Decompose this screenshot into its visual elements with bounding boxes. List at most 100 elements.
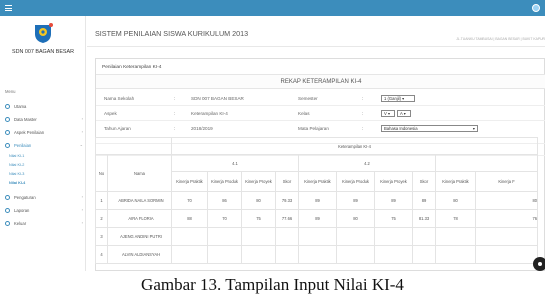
header-col: Kinerja Praktik [435, 171, 476, 192]
header-divider [87, 46, 545, 47]
sidebar-item-label: Utama [14, 103, 27, 109]
submenu-nilai-ki-2[interactable]: Nilai KI-2 [9, 163, 24, 167]
row-no: 2 [95, 209, 108, 228]
score-cell[interactable] [474, 227, 539, 246]
header-col: Skor [275, 171, 299, 192]
value-nama-sekolah: SDN 007 BAGAN BESAR [191, 96, 244, 101]
score-cell[interactable]: 76 [474, 209, 539, 228]
score-cell[interactable]: 80 [241, 191, 276, 210]
table-row: 1 ABRIDA NAILA SORMIN 70 86 80 79.33 89 … [95, 191, 539, 210]
info-divider [96, 120, 545, 121]
header-col: Kinerja F [474, 171, 539, 192]
score-cell[interactable] [435, 227, 476, 246]
colon: : [174, 126, 176, 131]
table-row: 2 AIRA FLORIA 88 70 75 77.66 89 80 75 81… [95, 209, 539, 228]
sidebar-item-pengaturan[interactable]: Pengaturan › [5, 193, 83, 201]
sidebar-item-label: Pengaturan [14, 194, 36, 200]
row-nama: ABRIDA NAILA SORMIN [107, 191, 172, 210]
score-cell[interactable] [336, 227, 375, 246]
submenu-nilai-ki-4[interactable]: Nilai KI-4 [9, 181, 25, 185]
score-cell[interactable] [374, 245, 413, 264]
header-group-title: Keterampilan KI-4 [170, 137, 539, 155]
score-cell[interactable] [298, 227, 337, 246]
header-col: Kinerja Produk [336, 171, 375, 192]
score-cell[interactable] [336, 245, 375, 264]
main-content: SISTEM PENILAIAN SISWA KURIKULUM 2013 JL… [87, 16, 545, 271]
score-cell[interactable] [241, 227, 276, 246]
school-logo [35, 23, 53, 43]
row-nama: ALVIN ALDIANSYAH [107, 245, 172, 264]
sidebar-item-keluar[interactable]: Keluar › [5, 219, 83, 227]
file-icon [5, 207, 10, 213]
colon: : [362, 96, 364, 101]
header-empty [95, 137, 172, 155]
header-col: Skor [412, 171, 436, 192]
nilai-table: Keterampilan KI-4 No Nama 4.1 4.2 Kinerj… [95, 137, 539, 264]
edit-icon [5, 142, 10, 148]
sidebar-item-data-master[interactable]: Data Master › [5, 115, 83, 123]
score-cell[interactable] [207, 227, 242, 246]
value-tahun-ajaran: 2018/2019 [191, 126, 213, 131]
header-col: Kinerja Proyek [374, 171, 413, 192]
table-row: 3 AJENG ANDINI PUTRI [95, 227, 539, 246]
score-cell[interactable]: 89 [298, 191, 337, 210]
score-cell[interactable]: 89 [336, 191, 375, 210]
score-cell[interactable]: 75 [374, 209, 413, 228]
sidebar-item-laporan[interactable]: Laporan › [5, 206, 83, 214]
score-cell[interactable]: 78 [435, 209, 476, 228]
score-cell[interactable]: 80 [435, 191, 476, 210]
breadcrumb: JL.TUANKU TAMBUSAI | BAGAN BESAR | BUKIT… [456, 37, 545, 41]
score-cell[interactable] [298, 245, 337, 264]
menu-toggle-icon[interactable] [5, 5, 12, 11]
score-cell: 81.33 [412, 209, 436, 228]
score-cell[interactable]: 75 [241, 209, 276, 228]
score-cell[interactable]: 70 [207, 209, 242, 228]
mapel-select[interactable]: Bahasa Indonesia ▾ [381, 125, 478, 132]
sidebar-item-label: Laporan [14, 207, 30, 213]
sidebar-item-label: Keluar [14, 220, 27, 226]
sidebar-item-aspek-penilaian[interactable]: Aspek Penilaian › [5, 128, 83, 136]
score-cell[interactable]: 88 [171, 209, 208, 228]
mapel-value: Bahasa Indonesia [384, 126, 418, 131]
score-cell[interactable]: 89 [298, 209, 337, 228]
score-cell [275, 227, 299, 246]
user-avatar[interactable] [532, 4, 540, 12]
list-icon [5, 129, 10, 135]
row-no: 4 [95, 245, 108, 264]
score-cell[interactable]: 80 [336, 209, 375, 228]
row-no: 1 [95, 191, 108, 210]
header-col: Kinerja Praktik [298, 171, 337, 192]
kelas-rombel-select[interactable]: A ▾ [397, 110, 411, 117]
sidebar-item-penilaian[interactable]: Penilaian ⌄ [5, 141, 83, 149]
rekap-heading: REKAP KETERAMPILAN KI-4 [96, 74, 545, 89]
header-sub-4-2: 4.2 [298, 154, 436, 172]
sidebar-item-utama[interactable]: Utama [5, 102, 83, 110]
label-mata-pelajaran: Mata Pelajaran [298, 126, 329, 131]
score-cell[interactable] [171, 227, 208, 246]
submenu-nilai-ki-1[interactable]: Nilai KI-1 [9, 154, 24, 158]
header-col: Kinerja Produk [207, 171, 242, 192]
score-cell[interactable]: 70 [171, 191, 208, 210]
sidebar: SDN 007 BAGAN BESAR Menu Utama Data Mast… [0, 16, 86, 271]
chevron-right-icon: › [81, 207, 83, 212]
table-header-row: Keterampilan KI-4 [95, 137, 539, 155]
score-cell[interactable]: 89 [374, 191, 413, 210]
score-cell[interactable] [374, 227, 413, 246]
submenu-nilai-ki-3[interactable]: Nilai KI-3 [9, 172, 24, 176]
score-cell [412, 227, 436, 246]
header-nama: Nama [107, 154, 172, 192]
score-cell[interactable] [474, 245, 539, 264]
sidebar-item-label: Aspek Penilaian [14, 129, 45, 135]
score-cell[interactable] [207, 245, 242, 264]
chevron-right-icon: › [81, 129, 83, 134]
sidebar-item-label: Penilaian [14, 142, 32, 148]
score-cell[interactable]: 86 [207, 191, 242, 210]
kelas-level-select[interactable]: V ▾ [381, 110, 395, 117]
score-cell [412, 245, 436, 264]
score-cell[interactable]: 80 [474, 191, 539, 210]
score-cell[interactable] [171, 245, 208, 264]
chevron-right-icon: › [81, 220, 83, 225]
score-cell[interactable] [241, 245, 276, 264]
score-cell[interactable] [435, 245, 476, 264]
semester-select[interactable]: 1 (Ganjil) ▾ [381, 95, 415, 102]
